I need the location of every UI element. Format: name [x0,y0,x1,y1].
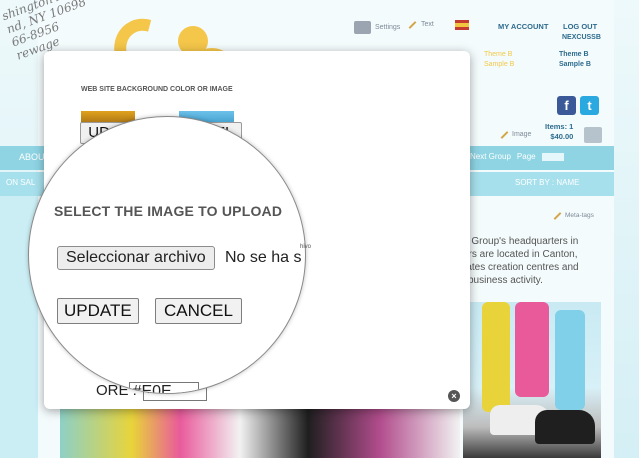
username: NEXCUSSB [562,34,601,41]
settings-label: Settings [375,24,401,31]
photo-detail [515,302,549,397]
theme-sample-right[interactable]: Theme B Sample B [559,50,591,70]
settings-link[interactable]: Settings [354,21,400,34]
cart-summary: Items: 1 $40.00 [545,122,573,142]
next-group-link[interactable]: Next Group [470,152,511,161]
photo-detail [482,302,510,412]
color-label: ORE : [79,385,123,394]
pencil-icon [408,20,417,29]
close-icon[interactable]: × [448,390,460,402]
my-account-link[interactable]: MY ACCOUNT [498,22,548,31]
facebook-icon[interactable]: f [557,96,576,115]
sort-by-control[interactable]: SORT BY : NAME [515,178,579,187]
magnified-content: SELECT THE IMAGE TO UPLOAD Seleccionar a… [29,117,305,394]
update-button[interactable]: UPDATE [57,298,139,324]
metatags-link[interactable]: Meta-tags [553,211,594,220]
page-label: Page [516,152,536,161]
pagination: Next Group Page [470,152,564,161]
pencil-icon [500,130,509,139]
image-label: Image [512,131,532,138]
upload-title: SELECT THE IMAGE TO UPLOAD [54,203,283,219]
theme-name: Theme B [559,51,589,58]
shoes-photo [60,406,460,458]
cart-icon[interactable] [584,127,602,143]
pencil-icon [553,211,562,220]
cart-total: $40.00 [550,132,574,141]
flag-icon[interactable] [455,20,469,30]
text-line: rates creation centres and [463,262,579,273]
page-input[interactable] [541,152,564,161]
theme-name: Theme B [484,51,513,58]
theme-sample: Sample B [559,61,591,68]
file-status-text: No se ha s [225,249,302,266]
logout-link[interactable]: LOG OUT [563,22,597,31]
text-line: l business activity. [463,275,543,286]
photo-detail [535,410,595,444]
modal-title: WEB SITE BACKGROUND COLOR OR IMAGE [81,86,233,93]
magnifier-lens: SELECT THE IMAGE TO UPLOAD Seleccionar a… [28,116,306,394]
theme-sample: Sample B [484,61,515,68]
color-input[interactable]: #E0E [128,382,199,393]
settings-icon [354,21,371,34]
theme-sample-left[interactable]: Theme B Sample B [484,50,514,70]
metatags-label: Meta-tags [565,212,594,219]
file-status-small: hivo [300,244,312,250]
about-text: e Group's headquarters in ers are locate… [463,235,603,287]
cancel-button[interactable]: CANCEL [155,298,242,324]
text-line: ers are located in Canton, [463,249,578,260]
text-line: e Group's headquarters in [463,236,579,247]
photo-detail [555,310,585,410]
cart-items: Items: 1 [545,122,574,131]
image-link[interactable]: Image [500,130,532,139]
text-link[interactable]: Text [408,20,434,29]
twitter-icon[interactable]: t [580,96,599,115]
color-row: ORE : #E0E [79,382,199,394]
choose-file-button[interactable]: Seleccionar archivo [57,246,215,270]
text-label: Text [421,21,434,28]
